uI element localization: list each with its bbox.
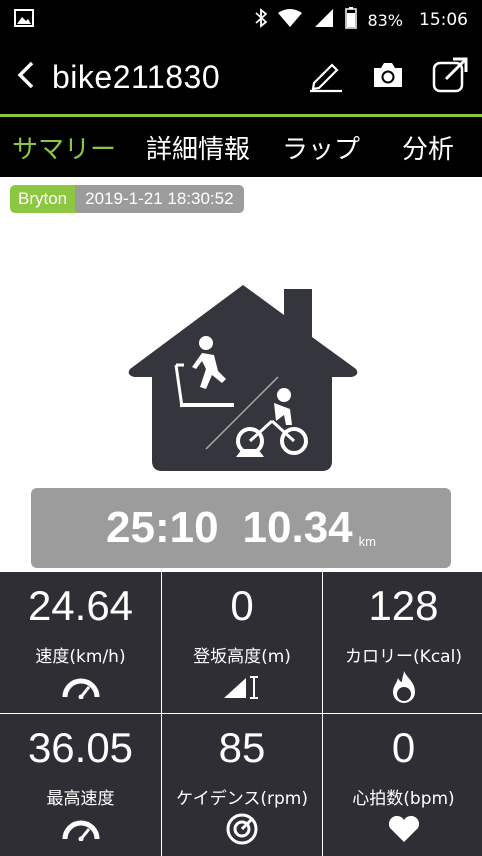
gallery-notification-icon <box>14 9 34 31</box>
stat-heart-rate: 0 心拍数(bpm) <box>323 714 482 856</box>
stat-label: カロリー(Kcal) <box>345 647 462 667</box>
stat-value: 24.64 <box>27 582 134 629</box>
stat-value: 0 <box>230 582 254 629</box>
back-arrow-icon <box>17 60 35 94</box>
brand-badge: Bryton <box>10 185 76 213</box>
tab-analysis[interactable]: 分析 <box>402 129 454 166</box>
stat-label: 速度(km/h) <box>35 647 126 667</box>
tab-laps[interactable]: ラップ <box>282 129 360 166</box>
speedometer-icon <box>61 814 101 844</box>
share-icon <box>431 56 469 98</box>
stat-elevation: 0 登坂高度(m) <box>162 572 322 713</box>
distance: 10.34 <box>242 503 353 552</box>
stat-label: 登坂高度(m) <box>193 647 291 667</box>
tab-bar: サマリー 詳細情報 ラップ 分析 <box>0 117 482 177</box>
duration: 25:10 <box>106 503 219 552</box>
heart-icon <box>384 814 424 844</box>
stat-cadence: 85 ケイデンス(rpm) <box>162 714 322 856</box>
stats-grid: 24.64 速度(km/h) 0 登坂高度(m) 128 カロリー(Kcal) … <box>0 572 482 856</box>
activity-datetime: 2019-1-21 18:30:52 <box>75 185 244 213</box>
calorie-flame-icon <box>384 671 424 703</box>
camera-icon <box>371 60 405 94</box>
stat-value: 0 <box>391 724 416 771</box>
bluetooth-icon <box>255 8 268 32</box>
tab-details[interactable]: 詳細情報 <box>146 129 250 166</box>
battery-icon <box>345 7 358 33</box>
stat-value: 85 <box>218 724 266 771</box>
stat-max-speed: 36.05 最高速度 <box>0 714 161 856</box>
app-bar: bike211830 <box>0 40 482 114</box>
indoor-training-house-icon <box>126 281 360 473</box>
camera-button[interactable] <box>368 57 408 97</box>
page-title: bike211830 <box>52 58 221 95</box>
summary-panel: Bryton 2019-1-21 18:30:52 25:10 10.34 km <box>0 177 482 572</box>
stat-label: ケイデンス(rpm) <box>176 789 308 809</box>
summary-box: 25:10 10.34 km <box>31 488 451 568</box>
clock: 15:06 <box>419 10 468 30</box>
elevation-icon <box>222 672 262 702</box>
stat-calories: 128 カロリー(Kcal) <box>323 572 482 713</box>
wifi-icon <box>277 8 303 32</box>
stat-speed: 24.64 速度(km/h) <box>0 572 161 713</box>
signal-icon <box>313 8 335 32</box>
pencil-icon <box>308 57 344 97</box>
tab-summary[interactable]: サマリー <box>12 129 116 166</box>
activity-meta: Bryton 2019-1-21 18:30:52 <box>10 185 244 213</box>
stat-label: 心拍数(bpm) <box>352 789 455 809</box>
cadence-icon <box>222 813 262 845</box>
status-bar: 83% 15:06 <box>0 0 482 40</box>
back-button[interactable] <box>0 40 52 114</box>
distance-unit: km <box>358 533 376 549</box>
speedometer-icon <box>61 672 101 702</box>
battery-percent: 83% <box>367 10 403 30</box>
share-button[interactable] <box>430 57 470 97</box>
stat-label: 最高速度 <box>46 789 115 809</box>
edit-button[interactable] <box>306 57 346 97</box>
stat-value: 36.05 <box>27 724 134 771</box>
stat-value: 128 <box>368 582 439 629</box>
